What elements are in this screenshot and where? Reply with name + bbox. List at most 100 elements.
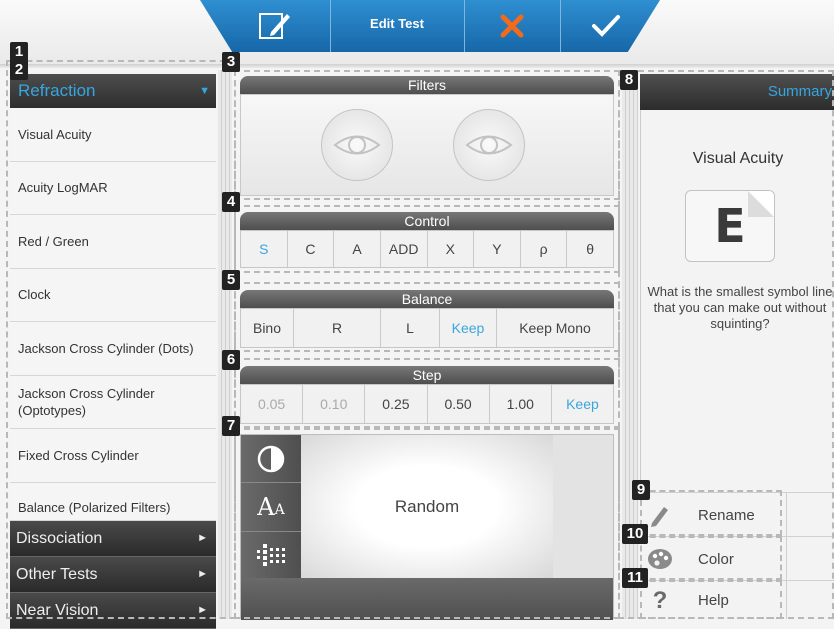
balance-keep-button[interactable]: Keep [440,309,497,347]
sidebar-item-visual-acuity[interactable]: Visual Acuity [10,108,216,162]
control-theta-button[interactable]: θ [567,231,613,267]
chart-preview[interactable]: Random [301,435,553,578]
cancel-x-icon [500,14,524,38]
callout-number-11: 11 [622,568,648,588]
palette-icon [640,548,680,570]
optotype-letter: E [714,199,746,253]
control-add-button[interactable]: ADD [381,231,428,267]
checkmark-icon [592,15,620,37]
callout-number-3: 3 [222,52,240,72]
callout-number-2: 2 [10,60,28,80]
edit-document-icon[interactable] [256,8,292,44]
chart-random-label: Random [394,496,460,516]
sidebar-item-red-green[interactable]: Red / Green [10,215,216,269]
sidebar-item-balance-polarized[interactable]: Balance (Polarized Filters) [10,482,216,521]
chevron-right-icon: ► [197,531,208,544]
confirm-button[interactable] [588,8,624,44]
callout-number-1: 1 [10,42,28,62]
sidebar-item-label: Fixed Cross Cylinder [18,447,139,463]
filters-header: Filters [240,76,614,94]
question-icon: ? [652,586,668,614]
step-keep-button[interactable]: Keep [552,385,613,423]
test-sidebar: Refraction ▼ Visual Acuity Acuity LogMAR… [10,74,216,629]
callout-number-5: 5 [222,270,240,290]
step-025-button[interactable]: 0.25 [365,385,428,423]
sidebar-category-label: Other Tests [16,565,98,583]
balance-r-button[interactable]: R [294,309,381,347]
balance-button-row: Bino R L Keep Keep Mono [240,308,614,348]
sidebar-section-label: Refraction [18,81,96,100]
summary-question: What is the smallest symbol line that yo… [647,284,833,331]
color-label: Color [698,550,734,568]
sidebar-item-label: Jackson Cross Cylinder (Optotypes) [18,385,155,418]
grid-pattern-icon[interactable] [241,532,301,579]
chart-toolbar: AA [241,435,301,578]
filters-panel [240,94,614,196]
left-eye-filter-icon[interactable] [321,109,393,181]
summary-test-name: Visual Acuity [692,150,784,167]
sidebar-item-fixed-cross-cylinder[interactable]: Fixed Cross Cylinder [10,429,216,483]
control-a-button[interactable]: A [334,231,381,267]
sidebar-item-label: Balance (Polarized Filters) [18,499,171,515]
font-size-icon[interactable]: AA [241,483,301,532]
sidebar-category-label: Dissociation [16,529,103,547]
control-c-button[interactable]: C [288,231,335,267]
sidebar-category-other-tests[interactable]: Other Tests ► [10,556,216,593]
control-s-button[interactable]: S [241,231,288,267]
rename-button[interactable]: Rename [640,492,834,537]
cancel-button[interactable] [494,8,530,44]
callout-number-8: 8 [620,70,638,90]
help-button[interactable]: ? Help [640,580,834,620]
sidebar-item-label: Visual Acuity [18,126,92,142]
action-column-divider [786,492,787,619]
sidebar-category-dissociation[interactable]: Dissociation ► [10,520,216,557]
color-button[interactable]: Color [640,536,834,581]
chevron-down-icon: ▼ [199,85,210,97]
control-rho-button[interactable]: ρ [521,231,568,267]
step-header: Step [240,366,614,384]
right-eye-filter-icon[interactable] [453,109,525,181]
step-button-row: 0.05 0.10 0.25 0.50 1.00 Keep [240,384,614,424]
sidebar-item-acuity-logmar[interactable]: Acuity LogMAR [10,161,216,215]
sidebar-item-clock[interactable]: Clock [10,268,216,322]
sidebar-item-label: Red / Green [18,233,89,249]
chevron-right-icon: ► [197,603,208,616]
balance-keep-mono-button[interactable]: Keep Mono [497,309,613,347]
edit-test-tab: Edit Test [200,0,660,52]
balance-l-button[interactable]: L [381,309,440,347]
sidebar-section-refraction[interactable]: Refraction ▼ [10,74,216,108]
chart-bottom-bar [241,578,613,620]
control-x-button[interactable]: X [428,231,475,267]
sidebar-item-label: Jackson Cross Cylinder (Dots) [18,340,194,356]
callout-number-9: 9 [632,480,650,500]
chart-panel: AA Random [240,434,614,620]
sidebar-item-label: Acuity LogMAR [18,180,108,196]
sidebar-item-jcc-dots[interactable]: Jackson Cross Cylinder (Dots) [10,322,216,376]
control-header: Control [240,212,614,230]
callout-number-10: 10 [622,524,648,544]
column-divider-left [218,70,232,619]
rename-label: Rename [698,506,755,524]
sidebar-item-jcc-optotypes[interactable]: Jackson Cross Cylinder (Optotypes) [10,375,216,429]
contrast-icon[interactable] [241,435,301,483]
summary-panel: Visual Acuity E What is the smallest sym… [640,110,834,490]
top-bar-shadow [0,64,834,68]
balance-header: Balance [240,290,614,308]
sidebar-category-near-vision[interactable]: Near Vision ► [10,592,216,629]
step-100-button[interactable]: 1.00 [490,385,552,423]
step-010-button[interactable]: 0.10 [303,385,366,423]
sidebar-category-label: Near Vision [16,601,99,619]
sidebar-item-label: Clock [18,287,51,303]
step-050-button[interactable]: 0.50 [428,385,490,423]
control-button-row: S C A ADD X Y ρ θ [240,230,614,268]
page-title: Edit Test [370,16,424,31]
control-y-button[interactable]: Y [474,231,521,267]
page-curl-icon [748,191,774,217]
step-005-button[interactable]: 0.05 [241,385,304,423]
callout-number-6: 6 [222,350,240,370]
summary-header: Summary [640,74,834,110]
optotype-card: E [685,190,775,262]
balance-bino-button[interactable]: Bino [241,309,294,347]
help-label: Help [698,592,729,609]
callout-number-4: 4 [222,192,240,212]
